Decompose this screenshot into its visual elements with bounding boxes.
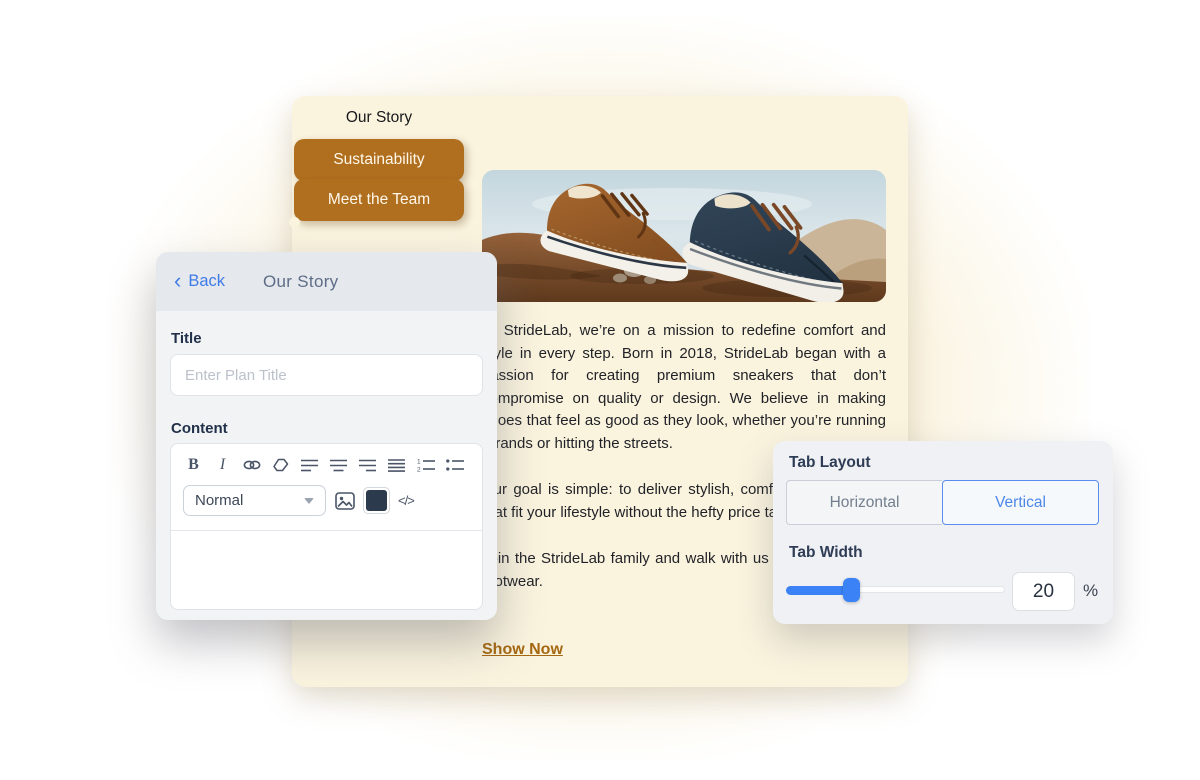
inactive-tab-group: Sustainability Meet the Team [294, 139, 464, 221]
back-label: Back [188, 272, 225, 291]
tab-settings-panel: Tab Layout Horizontal Vertical Tab Width… [773, 441, 1113, 624]
text-color-button[interactable] [363, 487, 390, 514]
sneakers-hero-image [482, 170, 886, 302]
title-label: Title [171, 330, 202, 347]
tab-width-label: Tab Width [789, 544, 863, 562]
bold-icon[interactable]: B [183, 455, 204, 475]
tab-junction-notch [289, 217, 300, 228]
content-label: Content [171, 420, 228, 437]
content-textarea[interactable] [171, 530, 482, 609]
formatting-toolbar: B I [171, 444, 482, 479]
align-center-icon[interactable] [328, 455, 349, 475]
italic-icon[interactable]: I [212, 455, 233, 475]
align-left-icon[interactable] [299, 455, 320, 475]
tab-width-input[interactable] [1012, 572, 1075, 611]
vertical-tab-list: Our Story Sustainability Meet the Team [294, 96, 464, 221]
align-justify-icon[interactable] [386, 455, 407, 475]
slider-thumb[interactable] [843, 578, 860, 602]
format-toolbar-row: Normal </> [171, 479, 482, 522]
chevron-left-icon: ‹ [174, 270, 181, 292]
editor-title: Our Story [263, 272, 338, 292]
tab-layout-label: Tab Layout [789, 454, 871, 472]
tab-our-story[interactable]: Our Story [294, 96, 464, 139]
svg-text:1: 1 [417, 459, 421, 466]
tab-width-slider[interactable] [786, 586, 1005, 593]
story-paragraph: At StrideLab, we’re on a mission to rede… [482, 320, 886, 455]
editor-header: ‹ Back Our Story [156, 252, 497, 311]
link-icon[interactable] [241, 455, 262, 475]
align-right-icon[interactable] [357, 455, 378, 475]
layout-segmented-control: Horizontal Vertical [786, 480, 1099, 525]
code-view-icon[interactable]: </> [398, 493, 414, 508]
show-now-link[interactable]: Show Now [482, 641, 563, 659]
text-color-chip [366, 490, 387, 511]
layout-option-horizontal[interactable]: Horizontal [786, 480, 942, 525]
bullet-list-icon[interactable] [444, 455, 465, 475]
rich-text-editor: B I [170, 443, 483, 610]
paragraph-format-select[interactable]: Normal [183, 485, 326, 516]
insert-image-icon[interactable] [334, 491, 355, 511]
tab-meet-the-team[interactable]: Meet the Team [294, 179, 464, 221]
sneakers-illustration [482, 170, 886, 302]
back-button[interactable]: ‹ Back [174, 271, 225, 293]
canvas: Our Story Sustainability Meet the Team O… [0, 0, 1200, 780]
svg-text:2: 2 [417, 467, 421, 473]
format-select-value: Normal [195, 492, 243, 509]
editor-panel: ‹ Back Our Story Title Content B I [156, 252, 497, 620]
title-input[interactable] [170, 354, 483, 396]
layout-option-vertical[interactable]: Vertical [942, 480, 1099, 525]
percent-unit-label: % [1083, 581, 1098, 601]
chevron-down-icon [304, 498, 314, 504]
clear-formatting-icon[interactable] [270, 455, 291, 475]
ordered-list-icon[interactable]: 12 [415, 455, 436, 475]
tab-sustainability[interactable]: Sustainability [294, 139, 464, 181]
